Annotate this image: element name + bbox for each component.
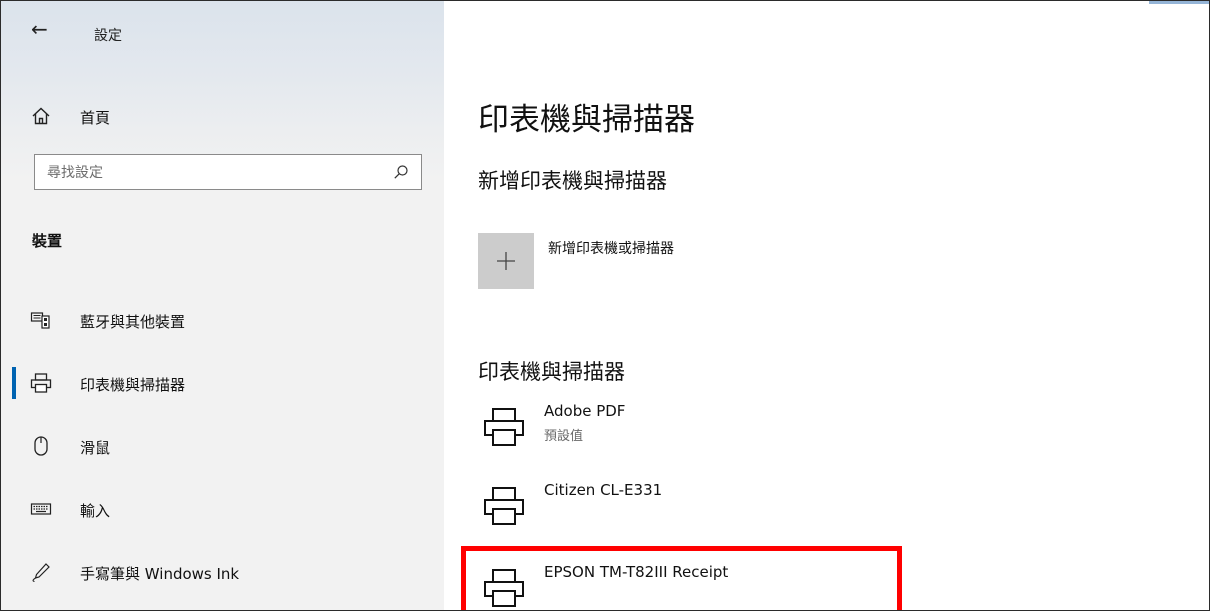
printer-name: Adobe PDF <box>544 402 626 420</box>
home-icon <box>32 107 50 125</box>
bluetooth-devices-icon <box>30 312 50 329</box>
add-section-heading: 新增印表機與掃描器 <box>478 169 667 193</box>
printer-icon <box>484 408 524 446</box>
search-icon[interactable] <box>393 164 409 180</box>
main-content: 印表機與掃描器 新增印表機與掃描器 新增印表機或掃描器 印表機與掃描器 Adob… <box>444 1 1209 610</box>
settings-window: ← 設定 首頁 裝置 <box>0 0 1210 611</box>
sidebar-item-label: 印表機與掃描器 <box>80 376 186 394</box>
sidebar-item-home[interactable]: 首頁 <box>1 95 444 139</box>
add-printer-button[interactable]: 新增印表機或掃描器 <box>478 233 878 289</box>
selection-indicator <box>12 367 16 399</box>
sidebar-item-label: 輸入 <box>80 502 111 520</box>
printer-item[interactable]: Adobe PDF 預設值 <box>474 398 1074 460</box>
mouse-icon <box>34 436 48 456</box>
printer-item[interactable]: Citizen CL-E331 <box>474 477 1074 539</box>
sidebar-item-label: 藍牙與其他裝置 <box>80 313 186 331</box>
printer-name: Citizen CL-E331 <box>544 481 663 499</box>
sidebar-item-typing[interactable]: 輸入 <box>1 487 444 531</box>
window-title: 設定 <box>94 28 122 44</box>
plus-icon <box>497 252 515 270</box>
page-title: 印表機與掃描器 <box>478 102 695 138</box>
sidebar-item-pen[interactable]: 手寫筆與 Windows Ink <box>1 550 444 594</box>
search-box[interactable] <box>34 154 422 190</box>
printer-icon <box>484 569 524 607</box>
sidebar-item-bluetooth[interactable]: 藍牙與其他裝置 <box>1 298 444 342</box>
sidebar: ← 設定 首頁 裝置 <box>1 1 444 610</box>
keyboard-icon <box>30 503 52 515</box>
printer-icon <box>484 487 524 525</box>
add-tile[interactable] <box>478 233 534 289</box>
back-arrow-icon[interactable]: ← <box>31 19 48 39</box>
printer-name: EPSON TM-T82III Receipt <box>544 563 729 581</box>
sidebar-item-label: 滑鼠 <box>80 439 111 457</box>
sidebar-item-printers[interactable]: 印表機與掃描器 <box>1 361 444 405</box>
sidebar-item-label: 手寫筆與 Windows Ink <box>80 565 240 583</box>
add-printer-label: 新增印表機或掃描器 <box>548 241 674 257</box>
printer-icon <box>30 373 52 393</box>
printer-status: 預設值 <box>544 429 584 444</box>
search-input[interactable] <box>45 162 379 184</box>
sidebar-item-home-label: 首頁 <box>80 109 111 127</box>
pen-icon <box>32 563 50 583</box>
printers-list-heading: 印表機與掃描器 <box>478 360 625 384</box>
printer-item[interactable]: EPSON TM-T82III Receipt <box>474 559 1074 610</box>
devices-section-heading: 裝置 <box>32 232 63 250</box>
sidebar-item-mouse[interactable]: 滑鼠 <box>1 424 444 468</box>
top-accent-line <box>1149 1 1209 4</box>
title-bar: ← 設定 <box>1 1 444 71</box>
